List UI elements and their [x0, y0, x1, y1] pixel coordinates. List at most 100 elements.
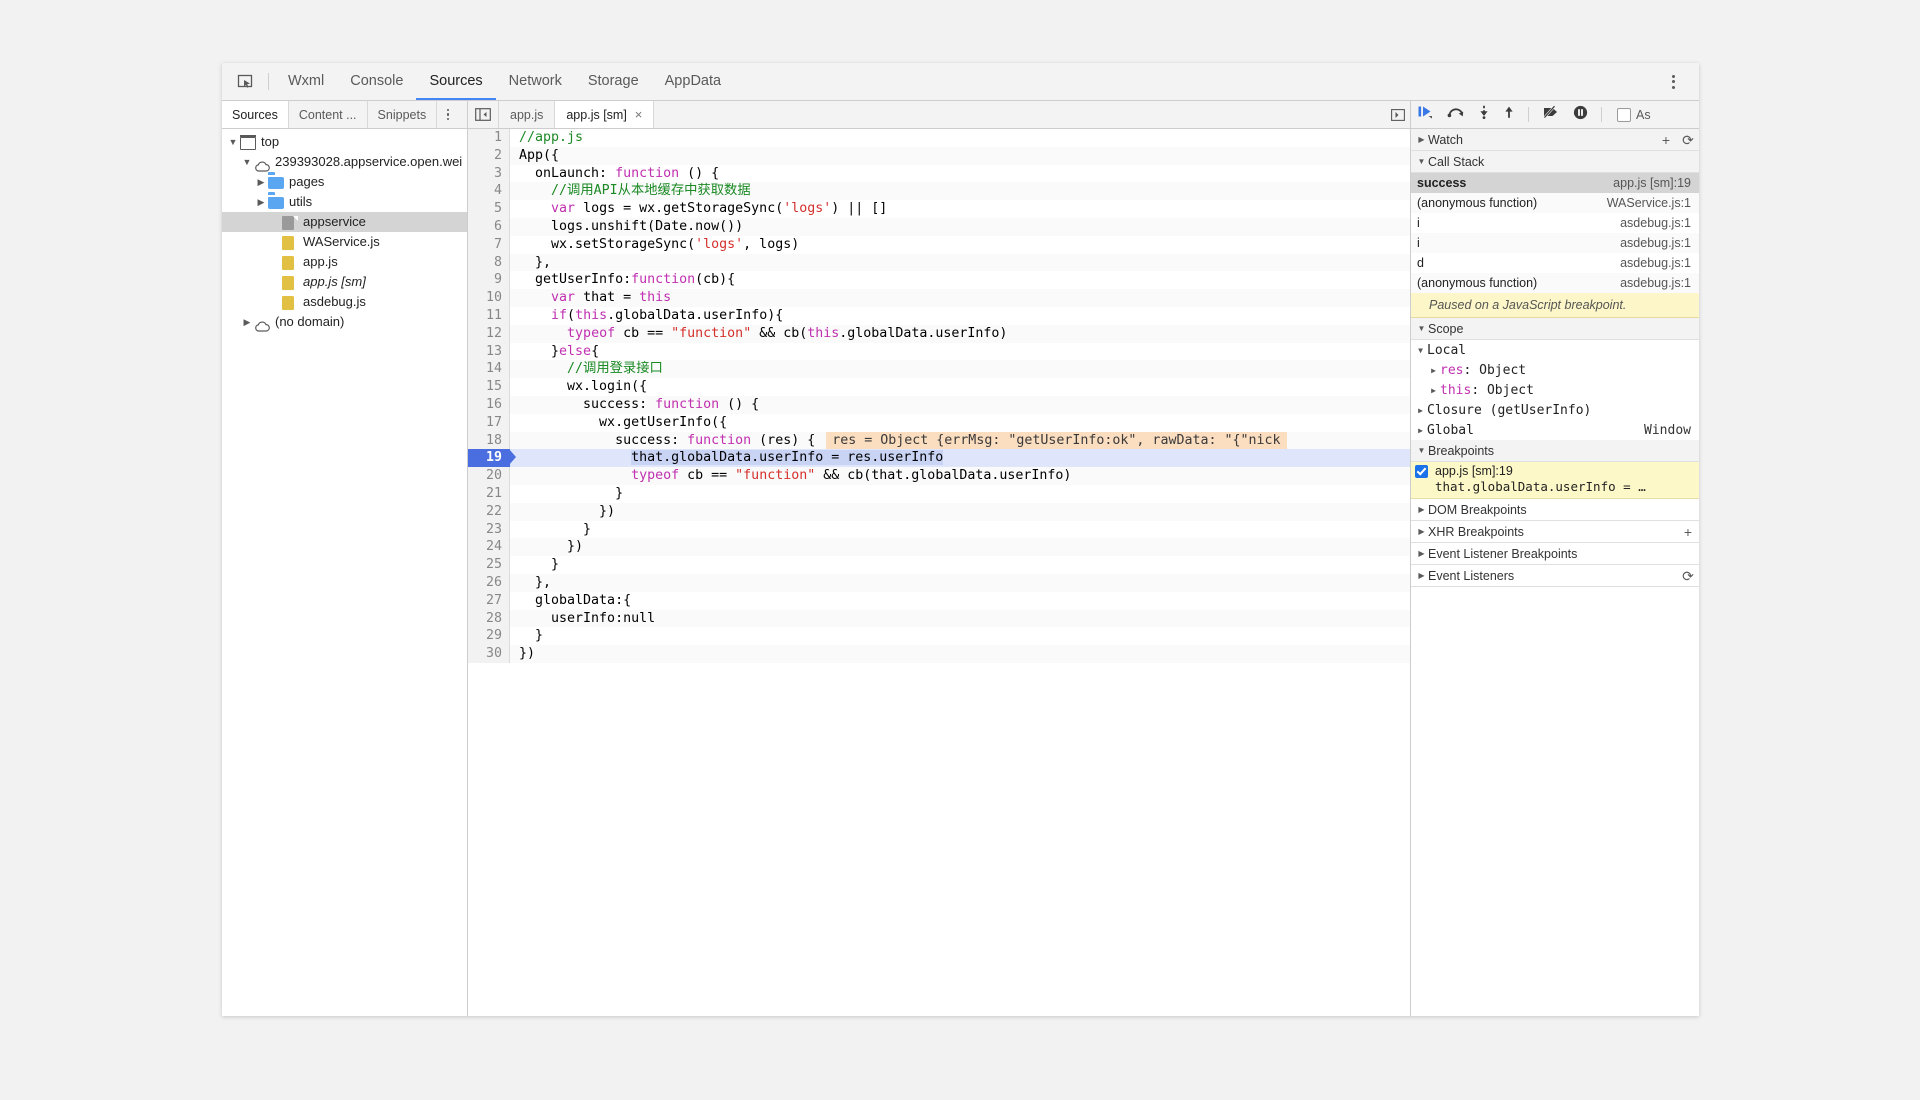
inspect-element-icon[interactable] — [232, 71, 258, 93]
async-checkbox-group[interactable]: As — [1617, 107, 1651, 122]
chevron-right-icon[interactable]: ▶ — [1415, 571, 1428, 580]
scope-row[interactable]: ▶ res: Object — [1411, 360, 1699, 380]
line-number[interactable]: 13 — [468, 342, 510, 361]
code-line[interactable]: 28 userInfo:null — [468, 609, 1410, 628]
tree-item-waservice-js[interactable]: WAService.js — [222, 232, 467, 252]
code-line[interactable]: 4 //调用API从本地缓存中获取数据 — [468, 182, 1410, 201]
code-line[interactable]: 18 success: function (res) {res = Object… — [468, 431, 1410, 450]
code-editor[interactable]: 1//app.js 2 App({3 onLaunch: function () {… — [468, 129, 1410, 1016]
call-stack-frame[interactable]: i asdebug.js:1 — [1411, 213, 1699, 233]
code-line[interactable]: 25 } — [468, 556, 1410, 574]
chevron-down-icon[interactable]: ▼ — [226, 132, 240, 152]
tree-item-no-domain[interactable]: ▶ (no domain) — [222, 312, 467, 332]
code-line[interactable]: 16 success: function () { — [468, 395, 1410, 414]
chevron-right-icon[interactable]: ▶ — [1415, 527, 1428, 536]
line-number[interactable]: 20 — [468, 467, 510, 485]
kebab-menu-icon[interactable] — [1661, 70, 1685, 94]
add-breakpoint-icon[interactable]: + — [1677, 525, 1699, 539]
deactivate-breakpoints-icon[interactable] — [1542, 105, 1560, 124]
chevron-right-icon[interactable]: ▶ — [1427, 386, 1440, 395]
call-stack-frame[interactable]: (anonymous function) asdebug.js:1 — [1411, 273, 1699, 293]
line-number[interactable]: 17 — [468, 413, 510, 432]
close-icon[interactable]: × — [635, 108, 643, 121]
line-number[interactable]: 5 — [468, 200, 510, 218]
tab-network[interactable]: Network — [496, 63, 575, 100]
call-stack-frame[interactable]: d asdebug.js:1 — [1411, 253, 1699, 273]
section-event-listener-breakpoints[interactable]: ▶ Event Listener Breakpoints — [1411, 543, 1699, 565]
chevron-down-icon[interactable]: ▼ — [1415, 324, 1428, 333]
line-number[interactable]: 16 — [468, 395, 510, 414]
add-watch-expression-icon[interactable]: + — [1655, 133, 1677, 147]
chevron-down-icon[interactable]: ▼ — [1414, 346, 1427, 355]
refresh-watch-icon[interactable]: ⟳ — [1677, 133, 1699, 147]
line-number[interactable]: 18 — [468, 431, 510, 450]
code-line[interactable]: 29 } — [468, 627, 1410, 646]
line-number[interactable]: 21 — [468, 484, 510, 503]
code-line[interactable]: 23 } — [468, 520, 1410, 539]
code-line[interactable]: 27 globalData:{ — [468, 591, 1410, 610]
watch-section-header[interactable]: ▶ Watch + ⟳ — [1411, 129, 1699, 151]
code-line[interactable]: 20 typeof cb == "function" && cb(that.gl… — [468, 467, 1410, 485]
tree-item-top[interactable]: ▼ top — [222, 132, 467, 152]
scope-row[interactable]: ▶ this: Object — [1411, 380, 1699, 400]
step-over-icon[interactable] — [1447, 105, 1465, 124]
resume-icon[interactable] — [1418, 105, 1434, 124]
code-line[interactable]: 26 }, — [468, 573, 1410, 592]
refresh-icon[interactable]: ⟳ — [1677, 569, 1699, 583]
code-line[interactable]: 8 }, — [468, 253, 1410, 272]
code-line[interactable]: 3 onLaunch: function () { — [468, 164, 1410, 183]
call-stack-section-header[interactable]: ▼ Call Stack — [1411, 151, 1699, 173]
tree-item-app-js-sm[interactable]: app.js [sm] — [222, 272, 467, 292]
line-number[interactable]: 12 — [468, 324, 510, 343]
show-navigator-icon[interactable] — [468, 101, 499, 128]
code-line[interactable]: 21 } — [468, 484, 1410, 503]
step-into-icon[interactable] — [1478, 105, 1490, 124]
line-number[interactable]: 22 — [468, 502, 510, 521]
chevron-right-icon[interactable]: ▶ — [1414, 426, 1427, 435]
line-number[interactable]: 6 — [468, 217, 510, 236]
tab-wxml[interactable]: Wxml — [275, 63, 337, 100]
code-line[interactable]: 1 //app.js — [468, 129, 1410, 147]
editor-tab-app-js[interactable]: app.js — [499, 101, 556, 128]
tree-item-app-js[interactable]: app.js — [222, 252, 467, 272]
show-more-tabs-icon[interactable] — [1386, 101, 1410, 128]
line-number[interactable]: 30 — [468, 645, 510, 663]
code-line[interactable]: 15 wx.login({ — [468, 378, 1410, 396]
code-line[interactable]: 22 }) — [468, 502, 1410, 521]
line-number[interactable]: 4 — [468, 182, 510, 201]
code-line[interactable]: 6 logs.unshift(Date.now()) — [468, 217, 1410, 236]
code-line[interactable]: 12 typeof cb == "function" && cb(this.gl… — [468, 324, 1410, 343]
breakpoints-section-header[interactable]: ▼ Breakpoints — [1411, 440, 1699, 462]
tab-appdata[interactable]: AppData — [652, 63, 734, 100]
code-line[interactable]: 30}) — [468, 645, 1410, 663]
chevron-right-icon[interactable]: ▶ — [240, 312, 254, 332]
code-line[interactable]: 2 App({ — [468, 146, 1410, 165]
section-xhr-breakpoints[interactable]: ▶ XHR Breakpoints + — [1411, 521, 1699, 543]
code-line[interactable]: 14 //调用登录接口 — [468, 360, 1410, 379]
section-event-listeners[interactable]: ▶ Event Listeners ⟳ — [1411, 565, 1699, 587]
nav-tab-snippets[interactable]: Snippets — [368, 101, 438, 128]
line-number[interactable]: 3 — [468, 164, 510, 183]
line-number[interactable]: 28 — [468, 609, 510, 628]
inline-object-preview[interactable]: res = Object {errMsg: "getUserInfo:ok", … — [826, 431, 1287, 449]
code-line[interactable]: 24 }) — [468, 538, 1410, 557]
scope-section-header[interactable]: ▼ Scope — [1411, 318, 1699, 340]
line-number[interactable]: 25 — [468, 556, 510, 574]
tree-item-pages[interactable]: ▶ pages — [222, 172, 467, 192]
line-number[interactable]: 9 — [468, 271, 510, 290]
line-number[interactable]: 1 — [468, 129, 510, 147]
line-number[interactable]: 10 — [468, 289, 510, 307]
code-line[interactable]: 5 var logs = wx.getStorageSync('logs') |… — [468, 200, 1410, 218]
nav-tab-content-scripts[interactable]: Content ... — [289, 101, 368, 128]
line-number[interactable]: 19 — [468, 449, 516, 468]
line-number[interactable]: 24 — [468, 538, 510, 557]
code-line[interactable]: 19 that.globalData.userInfo = res.userIn… — [468, 449, 1410, 468]
tree-item-239393028-appservice-open-wei[interactable]: ▼ 239393028.appservice.open.wei — [222, 152, 467, 172]
call-stack-frame[interactable]: i asdebug.js:1 — [1411, 233, 1699, 253]
chevron-down-icon[interactable]: ▼ — [1415, 157, 1428, 166]
nav-tab-sources[interactable]: Sources — [222, 101, 289, 128]
breakpoint-item[interactable]: app.js [sm]:19 that.globalData.userInfo … — [1411, 462, 1699, 499]
breakpoint-checkbox[interactable] — [1415, 464, 1428, 478]
line-number[interactable]: 15 — [468, 378, 510, 396]
scope-row[interactable]: ▶ Global Window — [1411, 420, 1699, 440]
